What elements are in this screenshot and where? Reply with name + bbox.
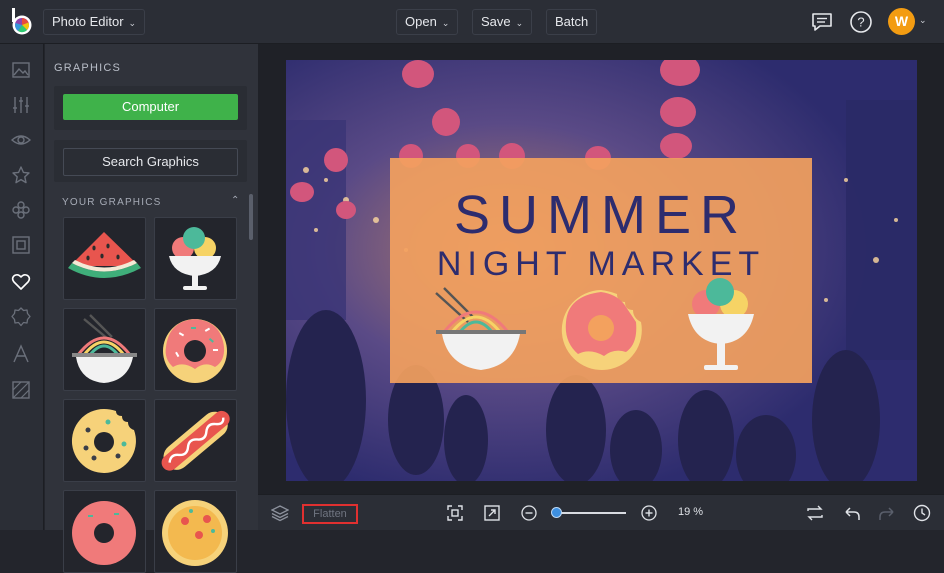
zoom-in-icon[interactable]: [640, 504, 658, 522]
open-label: Open: [405, 14, 437, 29]
flatten-button[interactable]: Flatten: [302, 504, 358, 524]
badge-icon[interactable]: [11, 307, 31, 327]
chevron-down-icon: ⌄: [128, 18, 137, 28]
panel-title: GRAPHICS: [54, 62, 122, 74]
layers-icon[interactable]: [271, 504, 289, 522]
befunky-logo[interactable]: [9, 8, 35, 36]
undo-icon[interactable]: [843, 504, 861, 522]
graphic-ice-cream[interactable]: [154, 217, 237, 300]
top-bar: Photo Editor ⌄ Open ⌄ Save ⌄ Batch ? W ⌄: [0, 0, 944, 44]
eye-icon[interactable]: [11, 130, 31, 150]
zoom-level: 19 %: [678, 506, 704, 518]
graphic-donut[interactable]: [63, 490, 146, 573]
text-icon[interactable]: [11, 344, 31, 364]
redo-icon[interactable]: [878, 504, 896, 522]
frame-icon[interactable]: [11, 235, 31, 255]
ramen-icon: [72, 314, 137, 383]
workspace: SUMMER NIGHT MARKET: [258, 44, 944, 494]
poster-image: SUMMER NIGHT MARKET: [286, 60, 917, 481]
poster-title-line1: SUMMER: [454, 185, 748, 245]
swap-icon[interactable]: [806, 504, 824, 522]
svg-text:?: ?: [857, 15, 864, 30]
photo-canvas[interactable]: SUMMER NIGHT MARKET: [286, 60, 917, 481]
poster-title-line2: NIGHT MARKET: [437, 245, 765, 283]
search-graphics-button[interactable]: Search Graphics: [63, 148, 238, 176]
graphics-panel: GRAPHICS Computer Search Graphics YOUR G…: [45, 44, 258, 573]
graphic-hot-dog[interactable]: [154, 399, 237, 482]
zoom-slider-handle[interactable]: [551, 507, 562, 518]
search-box: Search Graphics: [54, 140, 247, 182]
chevron-up-icon[interactable]: ⌃: [231, 195, 239, 206]
save-label: Save: [481, 14, 511, 29]
image-icon[interactable]: [11, 60, 31, 80]
donut-icon: [163, 319, 227, 383]
computer-box: Computer: [54, 86, 247, 130]
chat-icon[interactable]: [810, 10, 834, 34]
batch-label: Batch: [555, 14, 589, 29]
heart-icon[interactable]: [11, 272, 31, 292]
avatar[interactable]: W: [888, 8, 915, 35]
chevron-down-icon: ⌄: [441, 18, 450, 28]
bottom-bar: Flatten 19 %: [258, 494, 944, 530]
chevron-down-icon[interactable]: ⌄: [919, 15, 927, 26]
sliders-icon[interactable]: [11, 95, 31, 115]
history-icon[interactable]: [913, 504, 931, 522]
panel-scrollbar[interactable]: [249, 194, 253, 240]
watermelon-icon: [68, 232, 141, 278]
photo-editor-menu[interactable]: Photo Editor ⌄: [43, 9, 146, 35]
graphic-bitten-donut[interactable]: [63, 399, 146, 482]
star-icon[interactable]: [11, 165, 31, 185]
graphic-pink-donut[interactable]: [154, 308, 237, 391]
hot-dog-icon: [161, 410, 230, 471]
texture-icon[interactable]: [11, 380, 31, 400]
ice-cream-icon: [169, 227, 221, 290]
pizza-icon: [162, 500, 228, 566]
expand-icon[interactable]: [483, 504, 501, 522]
save-menu[interactable]: Save ⌄: [472, 9, 533, 35]
effects-icon[interactable]: [11, 200, 31, 220]
photo-editor-label: Photo Editor: [52, 14, 124, 29]
batch-button[interactable]: Batch: [546, 9, 598, 35]
computer-button[interactable]: Computer: [63, 94, 238, 120]
bitten-donut-icon: [71, 408, 136, 473]
zoom-out-icon[interactable]: [520, 504, 538, 522]
your-graphics-label: YOUR GRAPHICS: [62, 197, 162, 208]
fit-screen-icon[interactable]: [446, 504, 464, 522]
tool-rail: [0, 44, 44, 530]
chevron-down-icon: ⌄: [515, 18, 524, 28]
graphic-pizza[interactable]: [154, 490, 237, 573]
zoom-slider-track[interactable]: [554, 512, 626, 514]
open-menu[interactable]: Open ⌄: [396, 9, 459, 35]
graphic-ramen-bowl[interactable]: [63, 308, 146, 391]
donut-icon: [72, 501, 136, 565]
help-icon[interactable]: ?: [849, 10, 873, 34]
graphic-watermelon[interactable]: [63, 217, 146, 300]
